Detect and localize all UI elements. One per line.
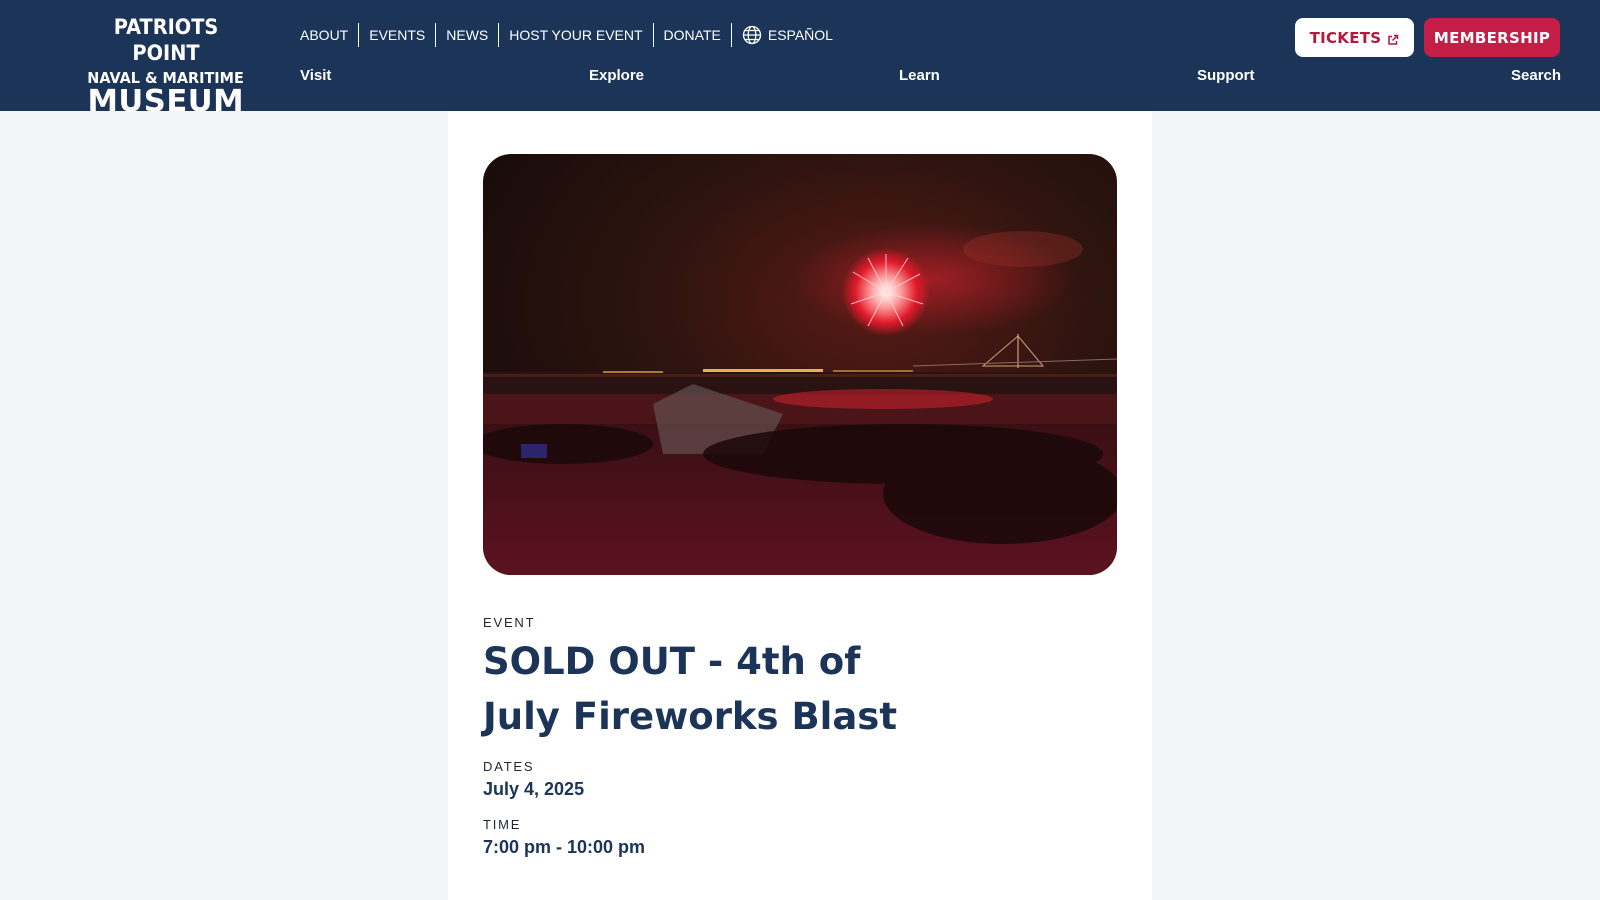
- main-nav-explore[interactable]: Explore: [589, 64, 644, 88]
- language-switcher[interactable]: ESPAÑOL: [732, 23, 843, 47]
- site-logo[interactable]: PATRIOTS POINT NAVAL & MARITIME MUSEUM: [80, 14, 252, 117]
- main-nav: Visit Explore Learn Support Search: [300, 64, 1561, 88]
- dates-label: DATES: [483, 759, 535, 774]
- event-hero-image: [483, 154, 1117, 575]
- nav-link-donate[interactable]: DONATE: [654, 23, 731, 47]
- nav-link-about[interactable]: ABOUT: [300, 23, 358, 47]
- event-title: SOLD OUT - 4th of July Fireworks Blast: [483, 640, 898, 738]
- tickets-button[interactable]: TICKETS: [1295, 18, 1414, 57]
- time-label: TIME: [483, 817, 522, 832]
- main-nav-support[interactable]: Support: [1197, 64, 1255, 88]
- external-link-icon: [1387, 32, 1399, 45]
- event-category-label: EVENT: [483, 615, 536, 630]
- site-header: PATRIOTS POINT NAVAL & MARITIME MUSEUM A…: [0, 0, 1600, 117]
- event-time: 7:00 pm - 10:00 pm: [483, 837, 646, 857]
- utility-nav: ABOUT EVENTS NEWS HOST YOUR EVENT DONATE…: [300, 22, 843, 48]
- logo-text-line3: MUSEUM: [87, 84, 245, 119]
- nav-link-events[interactable]: EVENTS: [359, 23, 435, 47]
- tickets-label: TICKETS: [1309, 28, 1382, 47]
- main-nav-visit[interactable]: Visit: [300, 64, 331, 88]
- membership-label: MEMBERSHIP: [1433, 28, 1551, 47]
- nav-link-host-your-event[interactable]: HOST YOUR EVENT: [499, 23, 652, 47]
- main-nav-search[interactable]: Search: [1511, 64, 1561, 88]
- language-label: ESPAÑOL: [767, 27, 833, 43]
- membership-button[interactable]: MEMBERSHIP: [1424, 18, 1560, 57]
- logo-text-line1: PATRIOTS POINT: [113, 15, 219, 65]
- nav-link-news[interactable]: NEWS: [436, 23, 498, 47]
- main-nav-learn[interactable]: Learn: [899, 64, 940, 88]
- globe-icon: [742, 25, 762, 45]
- event-date: July 4, 2025: [483, 779, 585, 799]
